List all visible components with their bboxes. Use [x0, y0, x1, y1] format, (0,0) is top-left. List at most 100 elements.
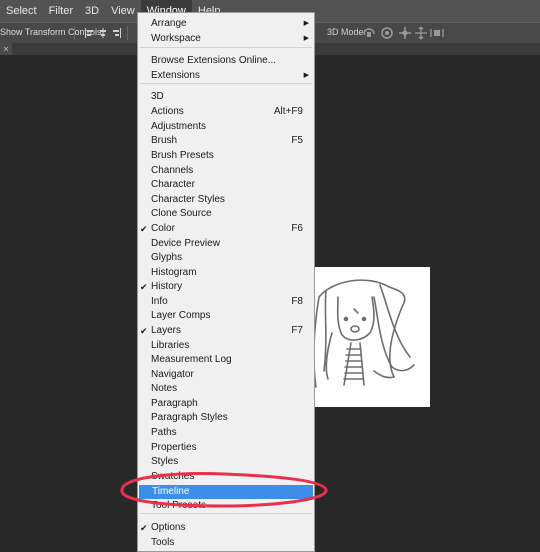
- menu-item-label: Paragraph Styles: [151, 412, 228, 423]
- align-right-icon[interactable]: [112, 28, 122, 38]
- submenu-arrow-icon: ▶: [303, 35, 309, 42]
- menu-item-label: Libraries: [151, 340, 190, 351]
- checkmark-icon: ✔: [140, 523, 148, 533]
- close-icon[interactable]: ×: [0, 43, 12, 55]
- menu-item-paragraph[interactable]: Paragraph: [138, 397, 314, 411]
- document-canvas[interactable]: [313, 267, 430, 407]
- menu-item-properties[interactable]: Properties: [138, 441, 314, 455]
- menu-item-shortcut: F5: [291, 135, 303, 146]
- menu-item-options[interactable]: ✔ Options: [138, 521, 314, 535]
- menu-item-timeline[interactable]: Timeline: [139, 485, 313, 499]
- menu-item-label: Swatches: [151, 471, 195, 482]
- menu-view[interactable]: View: [105, 0, 141, 22]
- align-center-icon[interactable]: [98, 28, 108, 38]
- menu-item-info[interactable]: Info F8: [138, 295, 314, 309]
- menu-item-glyphs[interactable]: Glyphs: [138, 251, 314, 265]
- menu-item-label: Channels: [151, 165, 194, 176]
- divider: [127, 26, 128, 40]
- 3d-mode-label: 3D Mode:: [327, 27, 367, 37]
- menu-item-label: Color: [151, 223, 175, 234]
- menu-item-label: Brush: [151, 135, 178, 146]
- menu-item-label: Device Preview: [151, 238, 220, 249]
- menu-item-brush[interactable]: Brush F5: [138, 134, 314, 148]
- menu-item-label: Notes: [151, 383, 178, 394]
- menu-item-character[interactable]: Character: [138, 178, 314, 192]
- menu-item-layer-comps[interactable]: Layer Comps: [138, 309, 314, 323]
- menu-item-layers[interactable]: ✔ Layers F7: [138, 324, 314, 338]
- menu-item-label: Actions: [151, 106, 184, 117]
- menu-item-paragraph-styles[interactable]: Paragraph Styles: [138, 411, 314, 425]
- menu-item-actions[interactable]: Actions Alt+F9: [138, 105, 314, 119]
- menu-item-measurement-log[interactable]: Measurement Log: [138, 353, 314, 367]
- menu-item-shortcut: F7: [291, 325, 303, 336]
- menu-3d[interactable]: 3D: [79, 0, 105, 22]
- menu-item-label: Workspace: [151, 33, 201, 44]
- menu-item-label: Extensions: [151, 70, 200, 81]
- rotate-3d-icon[interactable]: [362, 26, 376, 40]
- menu-item-adjustments[interactable]: Adjustments: [138, 120, 314, 134]
- menu-item-shortcut: F8: [291, 296, 303, 307]
- menu-separator: [140, 513, 312, 514]
- menu-item-styles[interactable]: Styles: [138, 455, 314, 469]
- menu-item-label: Browse Extensions Online...: [151, 55, 277, 66]
- menu-item-shortcut: Alt+F9: [273, 106, 303, 117]
- menu-item-paths[interactable]: Paths: [138, 426, 314, 440]
- scale-3d-icon[interactable]: [430, 26, 444, 40]
- roll-3d-icon[interactable]: [380, 26, 394, 40]
- menu-item-label: Layer Comps: [151, 310, 211, 321]
- menu-item-tool-presets[interactable]: Tool Presets: [138, 499, 314, 513]
- menu-item-label: Character: [151, 179, 195, 190]
- menu-item-label: 3D: [151, 91, 164, 102]
- menu-item-label: Tool Presets: [151, 500, 207, 511]
- menu-item-label: Properties: [151, 442, 197, 453]
- divider: [74, 26, 75, 40]
- menu-item-shortcut: F6: [291, 223, 303, 234]
- menu-item-label: Adjustments: [151, 121, 207, 132]
- menu-item-history[interactable]: ✔ History: [138, 280, 314, 294]
- menu-item-navigator[interactable]: Navigator: [138, 368, 314, 382]
- menu-item-label: Tools: [151, 537, 175, 548]
- menu-item-extensions[interactable]: Extensions ▶: [138, 69, 314, 83]
- window-menu: Arrange ▶ Workspace ▶ Browse Extensions Onli…: [137, 12, 315, 552]
- menu-item-label: Glyphs: [151, 252, 183, 263]
- checkmark-icon: ✔: [140, 224, 148, 234]
- menu-separator: [140, 83, 312, 84]
- slide-3d-icon[interactable]: [414, 26, 428, 40]
- menu-item-libraries[interactable]: Libraries: [138, 339, 314, 353]
- menu-item-tools[interactable]: Tools: [138, 536, 314, 550]
- menu-item-character-styles[interactable]: Character Styles: [138, 193, 314, 207]
- menu-item-arrange[interactable]: Arrange ▶: [138, 17, 314, 31]
- menu-item-3d[interactable]: 3D: [138, 90, 314, 104]
- menu-item-label: Options: [151, 522, 186, 533]
- menu-item-clone-source[interactable]: Clone Source: [138, 207, 314, 221]
- menu-item-channels[interactable]: Channels: [138, 164, 314, 178]
- menu-item-workspace[interactable]: Workspace ▶: [138, 32, 314, 46]
- menu-item-browse-extensions-online[interactable]: Browse Extensions Online...: [138, 54, 314, 68]
- checkmark-icon: ✔: [140, 326, 148, 336]
- menu-item-histogram[interactable]: Histogram: [138, 266, 314, 280]
- sketch-image: [313, 279, 415, 388]
- menu-item-notes[interactable]: Notes: [138, 382, 314, 396]
- submenu-arrow-icon: ▶: [303, 20, 309, 27]
- menu-item-swatches[interactable]: Swatches: [138, 470, 314, 484]
- menu-item-label: Styles: [151, 456, 179, 467]
- menu-item-label: Arrange: [151, 18, 187, 29]
- pan-3d-icon[interactable]: [398, 26, 412, 40]
- menu-item-label: Measurement Log: [151, 354, 232, 365]
- menu-separator: [140, 47, 312, 48]
- menu-item-label: Navigator: [151, 369, 194, 380]
- menu-item-label: Brush Presets: [151, 150, 214, 161]
- menu-item-label: Clone Source: [151, 208, 212, 219]
- menu-item-label: Character Styles: [151, 194, 225, 205]
- menu-filter[interactable]: Filter: [43, 0, 79, 22]
- menu-select[interactable]: Select: [0, 0, 43, 22]
- menu-item-brush-presets[interactable]: Brush Presets: [138, 149, 314, 163]
- menu-item-label: Timeline: [152, 486, 190, 497]
- menu-item-label: History: [151, 281, 183, 292]
- menu-item-color[interactable]: ✔ Color F6: [138, 222, 314, 236]
- menu-item-device-preview[interactable]: Device Preview: [138, 237, 314, 251]
- menu-item-label: Histogram: [151, 267, 197, 278]
- menu-item-label: Paths: [151, 427, 177, 438]
- align-left-icon[interactable]: [84, 28, 94, 38]
- menu-item-label: Paragraph: [151, 398, 198, 409]
